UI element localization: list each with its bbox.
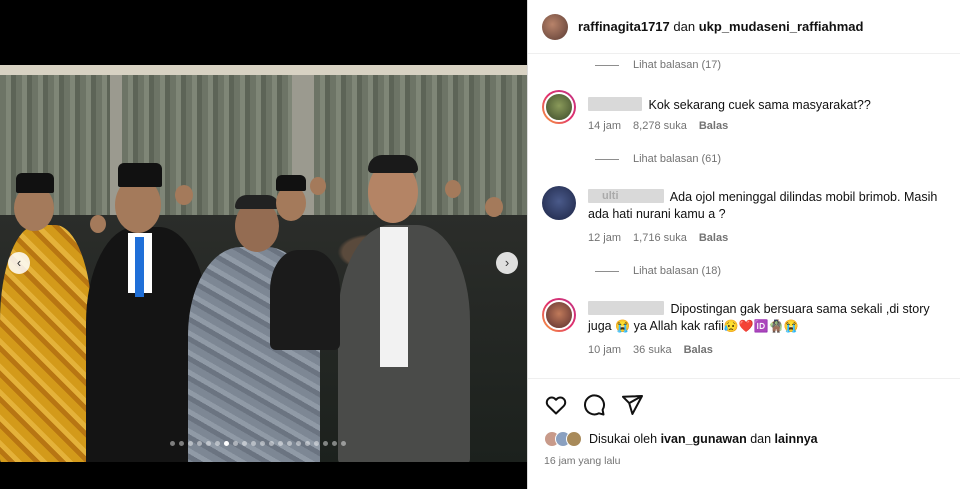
emoji-sequence: 😥❤️🆔🧌😭 bbox=[723, 319, 799, 333]
carousel-indicator bbox=[170, 441, 346, 446]
view-replies-button[interactable]: Lihat balasan (18) bbox=[595, 265, 721, 277]
authors-connector: dan bbox=[673, 19, 696, 34]
carousel-dot bbox=[251, 441, 256, 446]
carousel-dot bbox=[332, 441, 337, 446]
heart-icon[interactable] bbox=[544, 393, 568, 417]
carousel-dot bbox=[260, 441, 265, 446]
author-username[interactable]: raffinagita1717 bbox=[578, 19, 670, 34]
comment-meta: 10 jam 36 suka Balas bbox=[588, 344, 713, 356]
share-icon[interactable] bbox=[620, 393, 644, 417]
comment-time: 14 jam bbox=[588, 120, 622, 132]
comment-likes[interactable]: 1,716 suka bbox=[633, 232, 687, 244]
commenter-avatar[interactable] bbox=[542, 298, 576, 332]
liker-username[interactable]: ivan_gunawan bbox=[661, 432, 747, 446]
commenter-username-blurred[interactable]: ulti bbox=[588, 189, 664, 203]
likes-prefix: Disukai oleh bbox=[589, 432, 658, 446]
carousel-dot bbox=[242, 441, 247, 446]
view-replies-button[interactable]: Lihat balasan (17) bbox=[595, 59, 721, 71]
author-avatar[interactable] bbox=[542, 13, 568, 40]
post-photo bbox=[0, 65, 527, 462]
liker-avatar bbox=[566, 431, 582, 447]
carousel-dot bbox=[179, 441, 184, 446]
carousel-dot bbox=[278, 441, 283, 446]
comment-icon[interactable] bbox=[582, 393, 606, 417]
likes-connector: dan bbox=[750, 432, 772, 446]
carousel-dot bbox=[233, 441, 238, 446]
carousel-dot bbox=[206, 441, 211, 446]
carousel-dot bbox=[287, 441, 292, 446]
post-authors: raffinagita1717 dan ukp_mudaseni_raffiah… bbox=[578, 19, 863, 34]
carousel-dot bbox=[305, 441, 310, 446]
chevron-left-icon: ‹ bbox=[16, 255, 22, 270]
crying-emoji: 😭 bbox=[615, 319, 631, 333]
carousel-dot bbox=[170, 441, 175, 446]
reply-button[interactable]: Balas bbox=[699, 120, 728, 132]
carousel-prev-button[interactable]: ‹ bbox=[8, 252, 30, 274]
carousel-dot bbox=[197, 441, 202, 446]
likes-others-link[interactable]: lainnya bbox=[775, 432, 818, 446]
chevron-right-icon: › bbox=[504, 255, 510, 270]
carousel-dot bbox=[314, 441, 319, 446]
view-replies-button[interactable]: Lihat balasan (61) bbox=[595, 153, 721, 165]
comments-list: Lihat balasan (17) Kok sekarang cuek sam… bbox=[528, 54, 960, 377]
post-header: raffinagita1717 dan ukp_mudaseni_raffiah… bbox=[528, 0, 960, 54]
post-side-panel: raffinagita1717 dan ukp_mudaseni_raffiah… bbox=[527, 0, 960, 489]
comment-text-continued: ya Allah kak rafii bbox=[633, 319, 724, 333]
carousel-dot bbox=[215, 441, 220, 446]
carousel-dot bbox=[341, 441, 346, 446]
comment-meta: 14 jam 8,278 suka Balas bbox=[588, 120, 728, 132]
carousel-dot bbox=[188, 441, 193, 446]
carousel-dot bbox=[296, 441, 301, 446]
carousel-dot bbox=[269, 441, 274, 446]
post-media: ‹ › bbox=[0, 0, 527, 489]
comment-likes[interactable]: 36 suka bbox=[633, 344, 672, 356]
comment-meta: 12 jam 1,716 suka Balas bbox=[588, 232, 728, 244]
commenter-username-blurred[interactable] bbox=[588, 301, 664, 315]
carousel-dot bbox=[323, 441, 328, 446]
collaborator-username[interactable]: ukp_mudaseni_raffiahmad bbox=[699, 19, 864, 34]
commenter-username-blurred[interactable] bbox=[588, 97, 642, 111]
carousel-dot bbox=[224, 441, 229, 446]
reply-button[interactable]: Balas bbox=[684, 344, 713, 356]
likes-summary: Disukai oleh ivan_gunawan dan lainnya bbox=[544, 431, 818, 447]
reply-button[interactable]: Balas bbox=[699, 232, 728, 244]
comment-likes[interactable]: 8,278 suka bbox=[633, 120, 687, 132]
commenter-avatar[interactable] bbox=[542, 90, 576, 124]
post-actions: Disukai oleh ivan_gunawan dan lainnya 16… bbox=[528, 378, 960, 489]
carousel-next-button[interactable]: › bbox=[496, 252, 518, 274]
comment-time: 10 jam bbox=[588, 344, 622, 356]
post-timestamp: 16 jam yang lalu bbox=[544, 455, 621, 467]
comment-time: 12 jam bbox=[588, 232, 622, 244]
commenter-avatar[interactable] bbox=[542, 186, 576, 220]
comment-text: Kok sekarang cuek sama masyarakat?? bbox=[648, 98, 871, 112]
